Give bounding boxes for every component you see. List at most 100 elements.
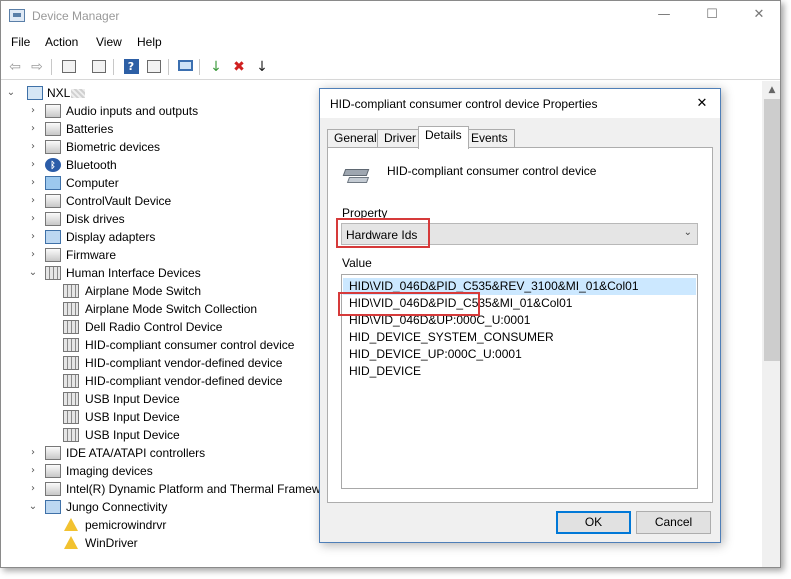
- expand-chevron-icon[interactable]: ›: [27, 138, 39, 156]
- minimize-button[interactable]: —: [641, 1, 687, 31]
- tree-item-label: IDE ATA/ATAPI controllers: [66, 446, 206, 460]
- forward-arrow-icon[interactable]: ⇨: [27, 57, 47, 77]
- ok-button[interactable]: OK: [556, 511, 631, 534]
- tab-details[interactable]: Details: [418, 126, 469, 149]
- tree-item-hid-child[interactable]: HID-compliant vendor-defined device: [1, 354, 321, 372]
- menu-help[interactable]: Help: [137, 35, 162, 49]
- expand-chevron-icon[interactable]: ›: [27, 246, 39, 264]
- menu-bar: File Action View Help: [1, 31, 780, 53]
- tree-item-firmware[interactable]: › Firmware: [1, 246, 321, 264]
- scan-hardware-monitor-icon[interactable]: [175, 57, 195, 77]
- back-arrow-icon[interactable]: ⇦: [5, 57, 25, 77]
- tree-item-label: HID-compliant vendor-defined device: [85, 356, 283, 370]
- update-driver-icon[interactable]: ↓: [206, 57, 226, 77]
- tree-item-biometric[interactable]: › Biometric devices: [1, 138, 321, 156]
- value-item[interactable]: HID_DEVICE: [343, 363, 696, 380]
- tree-item-hid-child[interactable]: USB Input Device: [1, 426, 321, 444]
- tree-item-hid-child[interactable]: USB Input Device: [1, 408, 321, 426]
- tree-item-intel-dptf[interactable]: › Intel(R) Dynamic Platform and Thermal …: [1, 480, 321, 498]
- collapse-chevron-icon[interactable]: ⌄: [27, 498, 39, 516]
- tree-item-bluetooth[interactable]: › ᛒ Bluetooth: [1, 156, 321, 174]
- disk-drive-icon: [45, 212, 61, 226]
- expand-chevron-icon[interactable]: ›: [27, 444, 39, 462]
- tree-item-label: Biometric devices: [66, 140, 161, 154]
- tab-driver[interactable]: Driver: [377, 129, 423, 148]
- expand-chevron-icon[interactable]: ›: [27, 210, 39, 228]
- tree-item-hid-child[interactable]: USB Input Device: [1, 390, 321, 408]
- device-icon: [45, 194, 61, 208]
- tree-item-jungo-child[interactable]: WinDriver: [1, 534, 321, 552]
- tree-item-controlvault[interactable]: › ControlVault Device: [1, 192, 321, 210]
- tree-item-hid-child[interactable]: HID-compliant vendor-defined device: [1, 372, 321, 390]
- tree-item-jungo[interactable]: ⌄ Jungo Connectivity: [1, 498, 321, 516]
- hid-icon: [45, 266, 61, 280]
- tab-events[interactable]: Events: [464, 129, 515, 148]
- tree-item-hid-child[interactable]: Airplane Mode Switch: [1, 282, 321, 300]
- tree-item-hid[interactable]: ⌄ Human Interface Devices: [1, 264, 321, 282]
- maximize-button[interactable]: ☐: [689, 1, 735, 31]
- tree-item-imaging[interactable]: › Imaging devices: [1, 462, 321, 480]
- expand-chevron-icon[interactable]: ›: [27, 120, 39, 138]
- tree-item-jungo-child[interactable]: pemicrowindrvr: [1, 516, 321, 534]
- tree-item-label: USB Input Device: [85, 392, 180, 406]
- collapse-chevron-icon[interactable]: ⌄: [5, 84, 17, 102]
- expand-chevron-icon[interactable]: ›: [27, 480, 39, 498]
- expand-chevron-icon[interactable]: ›: [27, 102, 39, 120]
- expand-chevron-icon[interactable]: ›: [27, 156, 39, 174]
- uninstall-device-icon[interactable]: ✖: [229, 57, 249, 77]
- properties-icon[interactable]: [89, 57, 109, 77]
- title-bar: Device Manager — ☐ ✕: [1, 1, 780, 31]
- close-button[interactable]: ✕: [736, 1, 780, 31]
- tree-item-batteries[interactable]: › Batteries: [1, 120, 321, 138]
- vertical-scrollbar[interactable]: ▲: [762, 81, 780, 567]
- highlight-box-value: [338, 292, 480, 316]
- tree-item-ide[interactable]: › IDE ATA/ATAPI controllers: [1, 444, 321, 462]
- expand-chevron-icon[interactable]: ›: [27, 174, 39, 192]
- toolbar: ⇦ ⇨ ? ↓ ✖ ↓: [1, 54, 780, 80]
- value-item[interactable]: HID_DEVICE_UP:000C_U:0001: [343, 346, 696, 363]
- tree-item-label: Dell Radio Control Device: [85, 320, 223, 334]
- window-title: Device Manager: [32, 9, 120, 23]
- dialog-close-icon[interactable]: ✕: [690, 93, 714, 115]
- expand-chevron-icon[interactable]: ›: [27, 462, 39, 480]
- toolbar-separator: [168, 59, 169, 75]
- display-adapter-icon: [45, 230, 61, 244]
- scroll-up-arrow-icon[interactable]: ▲: [762, 81, 780, 99]
- bluetooth-icon: ᛒ: [45, 158, 61, 172]
- expand-chevron-icon[interactable]: ›: [27, 228, 39, 246]
- tree-item-computer[interactable]: › Computer: [1, 174, 321, 192]
- hid-device-icon: [63, 338, 79, 352]
- menu-file[interactable]: File: [11, 35, 30, 49]
- tree-item-label: Imaging devices: [66, 464, 153, 478]
- cancel-button[interactable]: Cancel: [636, 511, 711, 534]
- show-hide-console-tree-icon[interactable]: [59, 57, 79, 77]
- tree-item-audio[interactable]: › Audio inputs and outputs: [1, 102, 321, 120]
- computer-icon: [45, 176, 61, 190]
- help-icon[interactable]: ?: [121, 57, 141, 77]
- disable-device-icon[interactable]: ↓: [252, 57, 272, 77]
- value-item[interactable]: HID_DEVICE_SYSTEM_CONSUMER: [343, 329, 696, 346]
- toolbar-separator: [51, 59, 52, 75]
- tree-item-label: USB Input Device: [85, 410, 180, 424]
- tree-item-label: Airplane Mode Switch: [85, 284, 202, 298]
- fingerprint-icon: [45, 140, 61, 154]
- tree-item-display-adapters[interactable]: › Display adapters: [1, 228, 321, 246]
- battery-icon: [45, 122, 61, 136]
- menu-action[interactable]: Action: [45, 35, 78, 49]
- tree-item-hid-child[interactable]: Dell Radio Control Device: [1, 318, 321, 336]
- action-pane-icon[interactable]: [144, 57, 164, 77]
- expand-chevron-icon[interactable]: ›: [27, 192, 39, 210]
- menu-view[interactable]: View: [96, 35, 122, 49]
- firmware-icon: [45, 248, 61, 262]
- hid-device-icon: [63, 302, 79, 316]
- tree-item-hid-child[interactable]: Airplane Mode Switch Collection: [1, 300, 321, 318]
- tree-item-hid-child[interactable]: HID-compliant consumer control device: [1, 336, 321, 354]
- toolbar-separator: [199, 59, 200, 75]
- root-label: NXL: [47, 86, 71, 100]
- tab-general[interactable]: General: [327, 129, 384, 148]
- scroll-thumb[interactable]: [764, 99, 780, 361]
- collapse-chevron-icon[interactable]: ⌄: [27, 264, 39, 282]
- tree-item-disk-drives[interactable]: › Disk drives: [1, 210, 321, 228]
- tree-item-label: Disk drives: [66, 212, 125, 226]
- camera-icon: [45, 464, 61, 478]
